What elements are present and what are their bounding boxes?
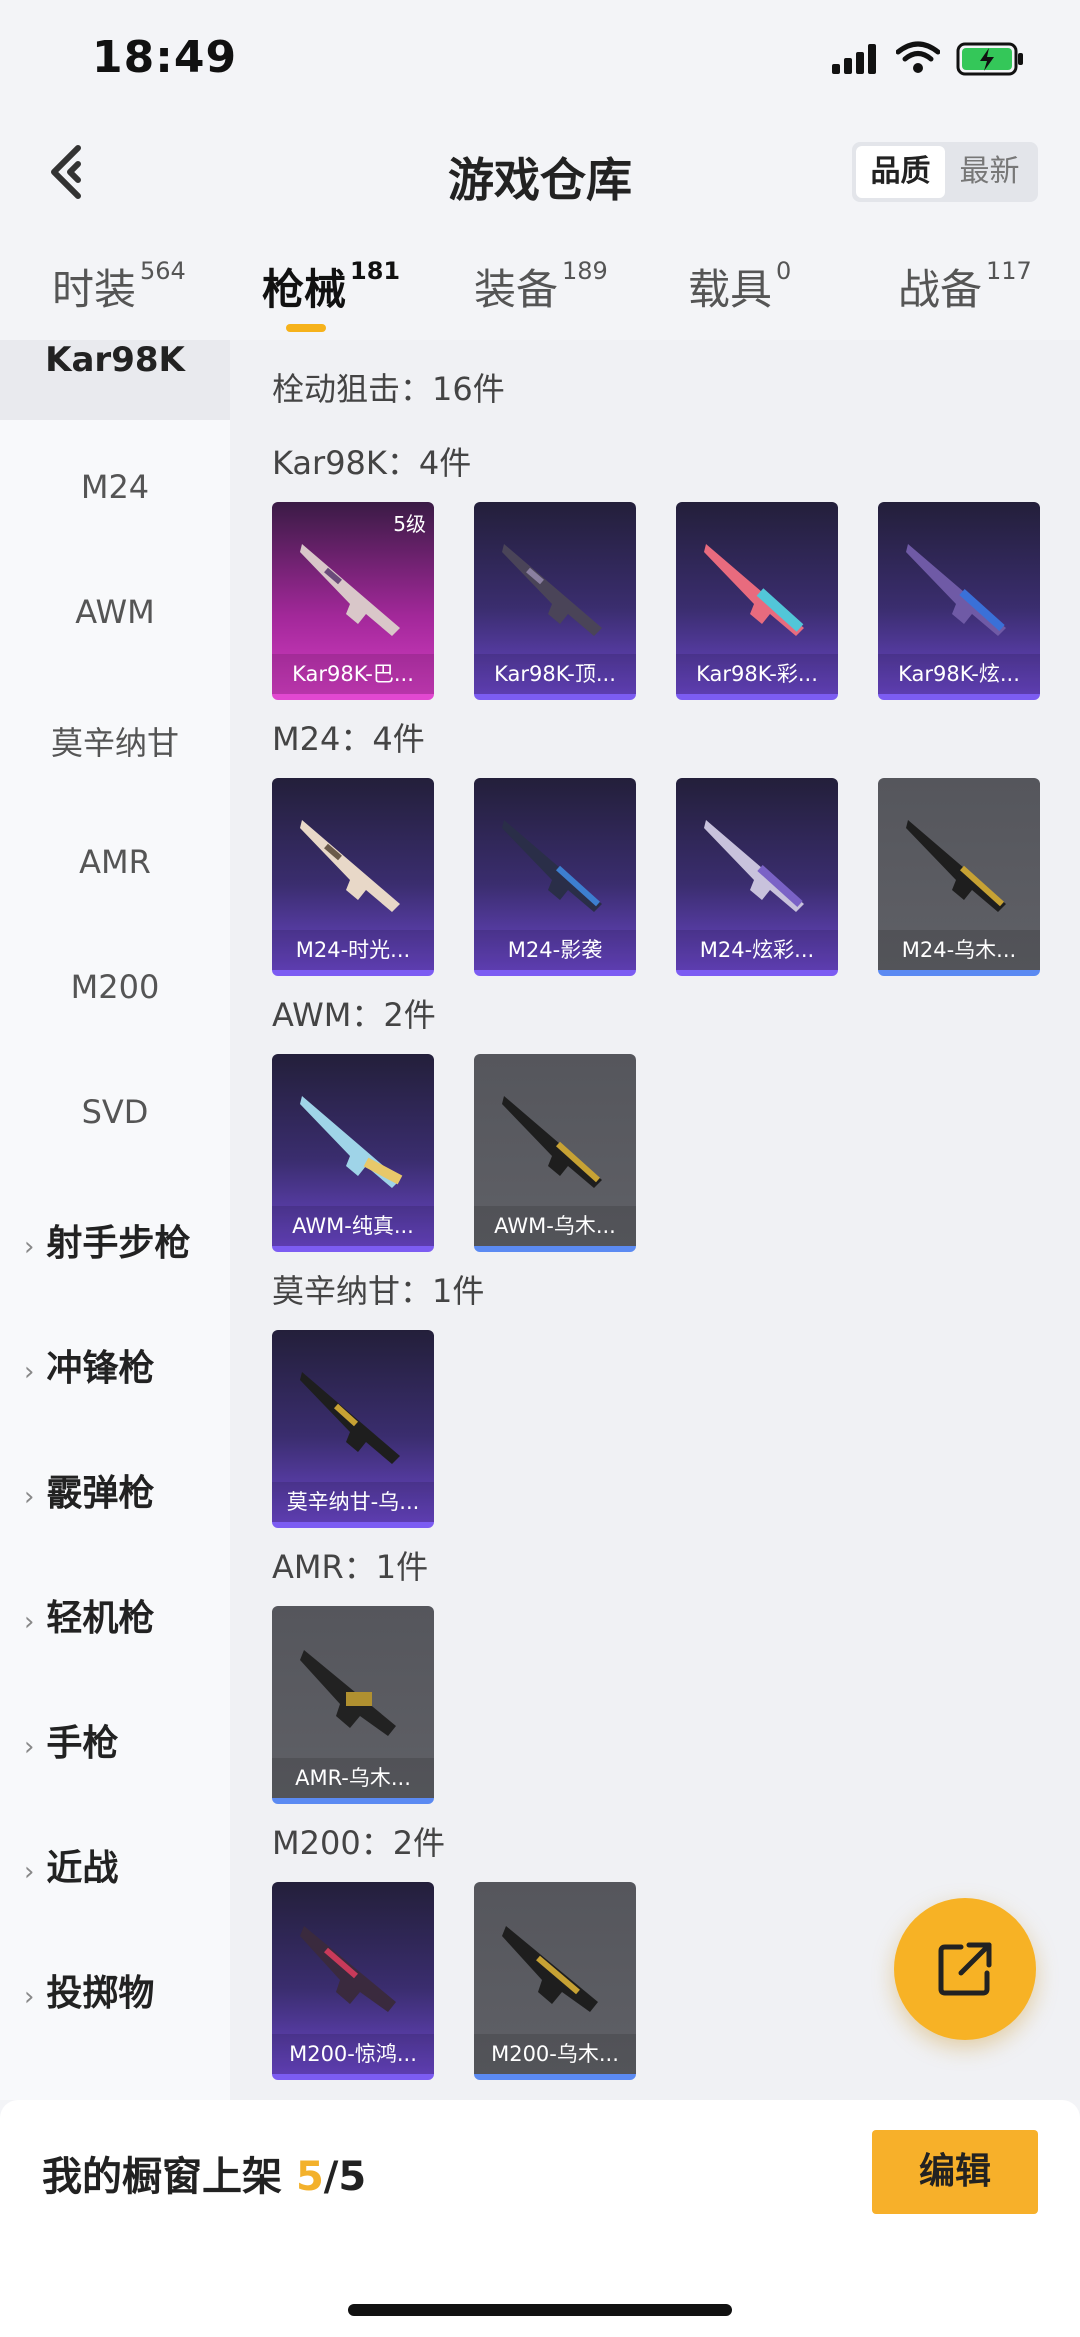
- section-label: AWM：2件: [272, 996, 436, 1034]
- sidebar-group-smg[interactable]: › 冲锋枪: [24, 1339, 154, 1391]
- tab-equipment[interactable]: 装备 189: [474, 256, 608, 317]
- chevron-right-icon: ›: [24, 1857, 35, 1887]
- battery-charging-icon: [956, 42, 1023, 76]
- sort-quality-button[interactable]: 品质: [856, 146, 945, 198]
- sort-toggle: 品质 最新: [852, 142, 1038, 202]
- chevron-right-icon: ›: [24, 1732, 35, 1762]
- sidebar-item-mosin[interactable]: 莫辛纳甘: [0, 718, 230, 764]
- rifle-icon: [502, 820, 602, 912]
- sidebar-item-svd[interactable]: SVD: [0, 1093, 230, 1131]
- item-card[interactable]: Kar98K-顶...: [474, 502, 636, 700]
- chevron-right-icon: ›: [24, 1482, 35, 1512]
- tab-vehicles[interactable]: 载具 0: [688, 256, 791, 317]
- section-label: M24：4件: [272, 720, 425, 758]
- item-card[interactable]: M200-乌木...: [474, 1882, 636, 2080]
- sidebar-group-marksman[interactable]: › 射手步枪: [24, 1214, 190, 1266]
- signal-icon: [832, 44, 880, 74]
- sidebar: Kar98K M24 AWM 莫辛纳甘 AMR M200 SVD › 射手步枪 ›…: [0, 340, 230, 2100]
- category-tabs: 时装 564 枪械 181 装备 189 载具 0 战备 117: [0, 240, 1080, 340]
- rifle-icon: [502, 1926, 598, 2012]
- share-external-icon: [938, 1942, 992, 1996]
- item-card[interactable]: M24-时光...: [272, 778, 434, 976]
- item-card[interactable]: AWM-乌木...: [474, 1054, 636, 1252]
- rifle-icon: [502, 1096, 602, 1188]
- chevron-right-icon: ›: [24, 1607, 35, 1637]
- tab-guns[interactable]: 枪械 181: [262, 256, 400, 317]
- item-card[interactable]: Kar98K-彩...: [676, 502, 838, 700]
- section-label: Kar98K：4件: [272, 444, 472, 482]
- rifle-icon: [300, 820, 400, 912]
- rifle-icon: [906, 544, 1006, 636]
- sidebar-item-m200[interactable]: M200: [0, 968, 230, 1006]
- sidebar-item-kar98k[interactable]: Kar98K: [0, 340, 230, 420]
- section-label: AMR：1件: [272, 1548, 429, 1586]
- tab-fashion[interactable]: 时装 564: [52, 256, 186, 317]
- item-card[interactable]: 5级 Kar98K-巴...: [272, 502, 434, 700]
- section-label: M200：2件: [272, 1824, 446, 1862]
- rifle-icon: [300, 1926, 396, 2012]
- rifle-icon: [704, 820, 804, 912]
- home-indicator: [348, 2304, 732, 2316]
- item-card[interactable]: M24-乌木...: [878, 778, 1040, 976]
- bottom-bar: 我的橱窗上架 5/5 编辑: [0, 2100, 1080, 2337]
- status-time: 18:49: [92, 32, 238, 83]
- chevron-right-icon: ›: [24, 1357, 35, 1387]
- item-card[interactable]: M200-惊鸿...: [272, 1882, 434, 2080]
- rifle-icon: [300, 1650, 396, 1736]
- sidebar-item-m24[interactable]: M24: [0, 468, 230, 506]
- rifle-icon: [300, 1096, 403, 1188]
- item-card[interactable]: 莫辛纳甘-乌...: [272, 1330, 434, 1528]
- shelf-status: 我的橱窗上架 5/5: [42, 2154, 367, 2200]
- sidebar-group-shotgun[interactable]: › 霰弹枪: [24, 1464, 154, 1516]
- item-card[interactable]: AWM-纯真...: [272, 1054, 434, 1252]
- chevron-right-icon: ›: [24, 1232, 35, 1262]
- sidebar-group-lmg[interactable]: › 轻机枪: [24, 1589, 154, 1641]
- rifle-icon: [502, 544, 602, 636]
- section-label: 莫辛纳甘：1件: [272, 1272, 485, 1310]
- tab-supplies[interactable]: 战备 117: [898, 256, 1032, 317]
- item-card[interactable]: AMR-乌木...: [272, 1606, 434, 1804]
- active-tab-indicator: [286, 324, 326, 332]
- sidebar-item-awm[interactable]: AWM: [0, 593, 230, 631]
- category-count-label: 栓动狙击：16件: [272, 370, 505, 408]
- sidebar-group-throwable[interactable]: › 投掷物: [24, 1964, 154, 2016]
- item-card[interactable]: Kar98K-炫...: [878, 502, 1040, 700]
- nav-header: 游戏仓库 品质 最新: [0, 120, 1080, 230]
- item-card[interactable]: M24-炫彩...: [676, 778, 838, 976]
- edit-button[interactable]: 编辑: [872, 2130, 1038, 2214]
- rifle-icon: [906, 820, 1006, 912]
- wifi-icon: [896, 41, 940, 73]
- item-card[interactable]: M24-影袭: [474, 778, 636, 976]
- chevron-right-icon: ›: [24, 1982, 35, 2012]
- sidebar-item-amr[interactable]: AMR: [0, 843, 230, 881]
- rifle-icon: [300, 1372, 400, 1464]
- sort-latest-button[interactable]: 最新: [945, 146, 1034, 198]
- sidebar-group-pistol[interactable]: › 手枪: [24, 1714, 118, 1766]
- item-grid: 栓动狙击：16件 Kar98K：4件 5级 Kar98K-巴... Kar98K…: [230, 340, 1080, 2100]
- rifle-icon: [300, 544, 400, 636]
- sidebar-group-melee[interactable]: › 近战: [24, 1839, 118, 1891]
- status-bar: 18:49: [0, 0, 1080, 120]
- rifle-icon: [704, 544, 804, 636]
- share-button[interactable]: [894, 1898, 1036, 2040]
